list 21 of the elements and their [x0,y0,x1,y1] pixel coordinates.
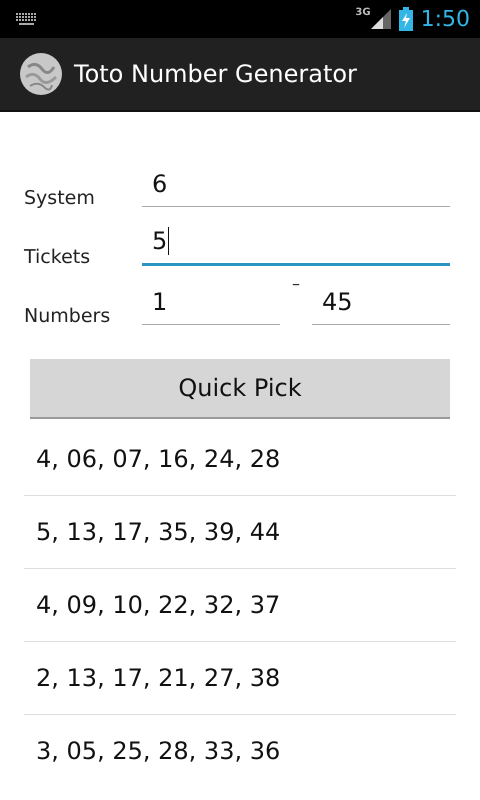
tickets-field[interactable]: 5 [142,219,450,266]
field-label: System [24,187,96,209]
from-field[interactable]: 1 [142,280,280,325]
network-type: 3G [355,7,371,18]
field-label: Numbers [24,305,112,327]
result-row: 2, 13, 17, 21, 27, 38 [24,642,456,715]
quick-pick-button[interactable]: Quick Pick [30,359,450,419]
result-row: 4, 09, 10, 22, 32, 37 [24,569,456,642]
keyboard-icon [16,13,38,25]
battery-charging-icon [398,7,413,31]
range-separator: – [291,274,301,293]
app-title: Toto Number Generator [74,60,357,88]
result-row: 5, 13, 17, 35, 39, 44 [24,496,456,569]
to-field[interactable]: 45 [312,280,450,325]
field-label: Tickets [24,246,92,268]
signal-icon [370,9,391,29]
clock-time: 1:50 [420,6,470,32]
system-field[interactable]: 6 [142,162,450,207]
result-row-text: 3, 05, 25, 28, 33, 36 [35,736,282,767]
app-icon [20,53,62,95]
result-row: 4, 06, 07, 16, 24, 28 [24,423,456,496]
